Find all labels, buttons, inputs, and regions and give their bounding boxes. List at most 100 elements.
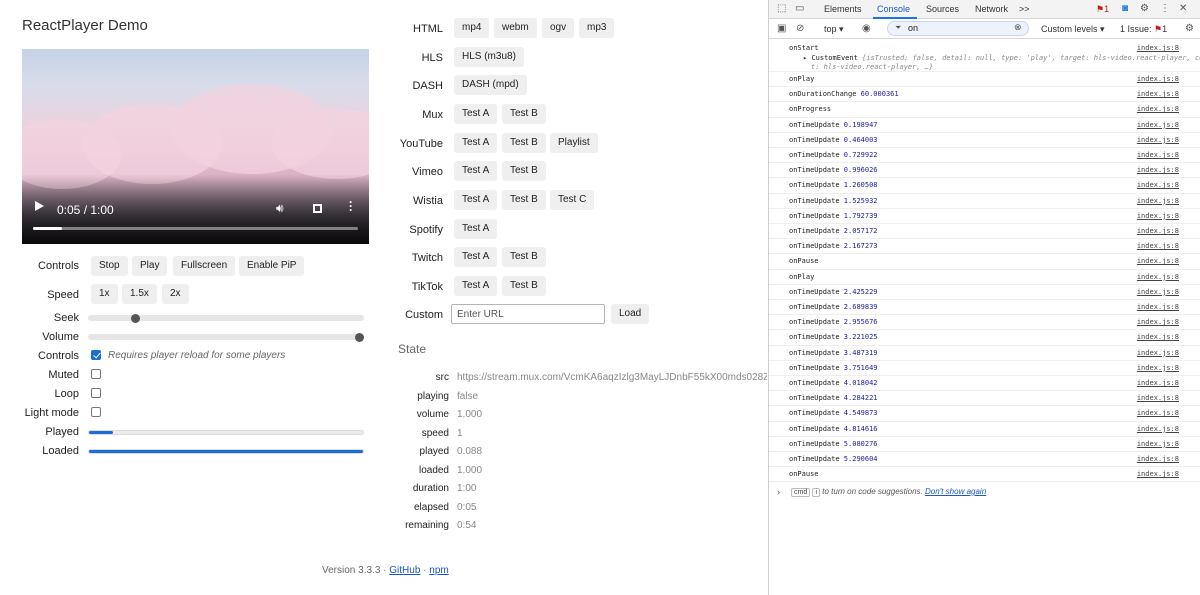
log-source-link[interactable]: index.js:8 (1137, 257, 1179, 265)
source-spotify-test-a-button[interactable]: Test A (454, 219, 498, 239)
light-mode-checkbox[interactable] (91, 407, 101, 417)
speed-1-5x-button[interactable]: 1.5x (122, 284, 157, 304)
source-twitch-test-b-button[interactable]: Test B (502, 247, 546, 267)
log-message: onTimeUpdate 4.549873 (789, 409, 878, 417)
console-settings-gear-icon[interactable]: ⚙ (1185, 23, 1194, 34)
source-youtube-test-a-button[interactable]: Test A (454, 133, 498, 153)
seek-slider-thumb[interactable] (131, 313, 141, 323)
volume-icon[interactable]: 🔊︎ (276, 201, 284, 216)
clear-filter-icon[interactable]: ⊗ (1014, 22, 1022, 33)
source-wistia-test-a-button[interactable]: Test A (454, 190, 498, 210)
source-vimeo-test-b-button[interactable]: Test B (502, 161, 546, 181)
fullscreen-icon[interactable] (313, 204, 322, 213)
more-tabs-icon[interactable]: >> (1019, 4, 1030, 14)
log-levels-dropdown[interactable]: Custom levels ▾ (1041, 24, 1105, 35)
source-mux-test-a-button[interactable]: Test A (454, 104, 498, 124)
source-wistia-test-c-button[interactable]: Test C (550, 190, 595, 210)
clear-console-icon[interactable]: ⊘ (796, 23, 804, 34)
log-source-link[interactable]: index.js:8 (1137, 136, 1179, 144)
speed-1x-button[interactable]: 1x (91, 284, 118, 304)
log-source-link[interactable]: index.js:8 (1137, 151, 1179, 159)
more-options-icon[interactable]: · · · (349, 196, 353, 216)
npm-link[interactable]: npm (429, 565, 448, 576)
tab-console[interactable]: Console (877, 4, 910, 14)
log-source-link[interactable]: index.js:8 (1137, 409, 1179, 417)
issues-counter[interactable]: 1 Issue: ⚑1 (1120, 24, 1167, 35)
more-options-vertical-icon[interactable]: ⋮ (1160, 3, 1170, 14)
log-source-link[interactable]: index.js:8 (1137, 90, 1179, 98)
console-prompt-icon[interactable]: › (777, 487, 780, 497)
log-source-link[interactable]: index.js:8 (1137, 349, 1179, 357)
source-html-mp3-button[interactable]: mp3 (579, 18, 615, 38)
dont-show-again-link[interactable]: Don't show again (925, 487, 986, 496)
log-source-link[interactable]: index.js:8 (1137, 364, 1179, 372)
github-link[interactable]: GitHub (389, 565, 420, 576)
fullscreen-button[interactable]: Fullscreen (173, 256, 236, 276)
log-source-link[interactable]: index.js:8 (1137, 333, 1179, 341)
log-source-link[interactable]: index.js:8 (1137, 440, 1179, 448)
source-twitch-test-a-button[interactable]: Test A (454, 247, 498, 267)
loop-checkbox[interactable] (91, 388, 101, 398)
ai-assistance-icon[interactable]: ◙ (1122, 3, 1128, 14)
log-source-link[interactable]: index.js:8 (1137, 105, 1179, 113)
source-tiktok-test-b-button[interactable]: Test B (502, 276, 546, 296)
enable-pip-button[interactable]: Enable PiP (239, 256, 305, 276)
volume-slider[interactable] (88, 332, 364, 342)
expand-triangle-icon[interactable]: ▸ (803, 54, 807, 62)
log-source-link[interactable]: index.js:8 (1137, 425, 1179, 433)
source-tiktok-test-a-button[interactable]: Test A (454, 276, 498, 296)
source-youtube-playlist-button[interactable]: Playlist (550, 133, 598, 153)
device-toolbar-icon[interactable]: ▭ (795, 3, 804, 14)
log-source-link[interactable]: index.js:8 (1137, 303, 1179, 311)
muted-checkbox[interactable] (91, 369, 101, 379)
log-source-link[interactable]: index.js:8 (1137, 455, 1179, 463)
video-scrubber[interactable] (33, 227, 358, 230)
source-vimeo-test-a-button[interactable]: Test A (454, 161, 498, 181)
custom-url-input[interactable] (451, 304, 605, 324)
seek-slider[interactable] (88, 313, 364, 323)
speed-2x-button[interactable]: 2x (162, 284, 189, 304)
log-source-link[interactable]: index.js:8 (1137, 288, 1179, 296)
console-filter-input[interactable]: ⏷ on ⊗ (887, 21, 1029, 36)
source-mux-test-b-button[interactable]: Test B (502, 104, 546, 124)
log-source-link[interactable]: index.js:8 (1137, 197, 1179, 205)
log-source-link[interactable]: index.js:8 (1137, 75, 1179, 83)
custom-event-object-line1[interactable]: ▸ CustomEvent {isTrusted: false, detail:… (803, 54, 1200, 62)
issue-badge[interactable]: ⚑1 (1096, 4, 1109, 15)
log-source-link[interactable]: index.js:8 (1137, 242, 1179, 250)
log-source-link[interactable]: index.js:8 (1137, 470, 1179, 478)
play-button[interactable]: Play (132, 256, 168, 276)
log-source-link[interactable]: index.js:8 (1137, 121, 1179, 129)
tab-elements[interactable]: Elements (824, 4, 862, 14)
inspect-element-icon[interactable]: ⬚ (777, 3, 786, 14)
log-source-link[interactable]: index.js:8 (1137, 273, 1179, 281)
source-wistia-test-b-button[interactable]: Test B (502, 190, 546, 210)
context-selector[interactable]: top ▾ (824, 24, 844, 35)
source-youtube-test-b-button[interactable]: Test B (502, 133, 546, 153)
source-html-mp4-button[interactable]: mp4 (454, 18, 490, 38)
volume-slider-thumb[interactable] (355, 332, 364, 342)
log-source-link[interactable]: index.js:8 (1137, 227, 1179, 235)
sidebar-toggle-icon[interactable]: ▣ (777, 23, 786, 34)
log-source-link[interactable]: index.js:8 (1137, 212, 1179, 220)
stop-button[interactable]: Stop (91, 256, 128, 276)
log-source-link[interactable]: index.js:8 (1137, 318, 1179, 326)
source-dash-button[interactable]: DASH (mpd) (454, 75, 527, 95)
log-source-link[interactable]: index.js:8 (1137, 379, 1179, 387)
source-html-ogv-button[interactable]: ogv (542, 18, 575, 38)
live-expression-eye-icon[interactable]: ◉ (862, 23, 871, 34)
play-icon[interactable] (35, 201, 44, 211)
log-source-link[interactable]: index.js:8 (1137, 181, 1179, 189)
settings-gear-icon[interactable]: ⚙ (1140, 3, 1149, 14)
source-hls-button[interactable]: HLS (m3u8) (454, 47, 524, 67)
log-source-link[interactable]: index.js:8 (1137, 44, 1179, 52)
controls-checkbox[interactable] (91, 350, 101, 360)
tab-sources[interactable]: Sources (926, 4, 959, 14)
tab-network[interactable]: Network (975, 4, 1008, 14)
video-player[interactable]: 0:05 / 1:00 🔊︎ · · · (22, 49, 369, 244)
close-devtools-icon[interactable]: ✕ (1179, 3, 1187, 14)
log-source-link[interactable]: index.js:8 (1137, 394, 1179, 402)
source-html-webm-button[interactable]: webm (494, 18, 537, 38)
log-source-link[interactable]: index.js:8 (1137, 166, 1179, 174)
load-button[interactable]: Load (611, 304, 650, 324)
